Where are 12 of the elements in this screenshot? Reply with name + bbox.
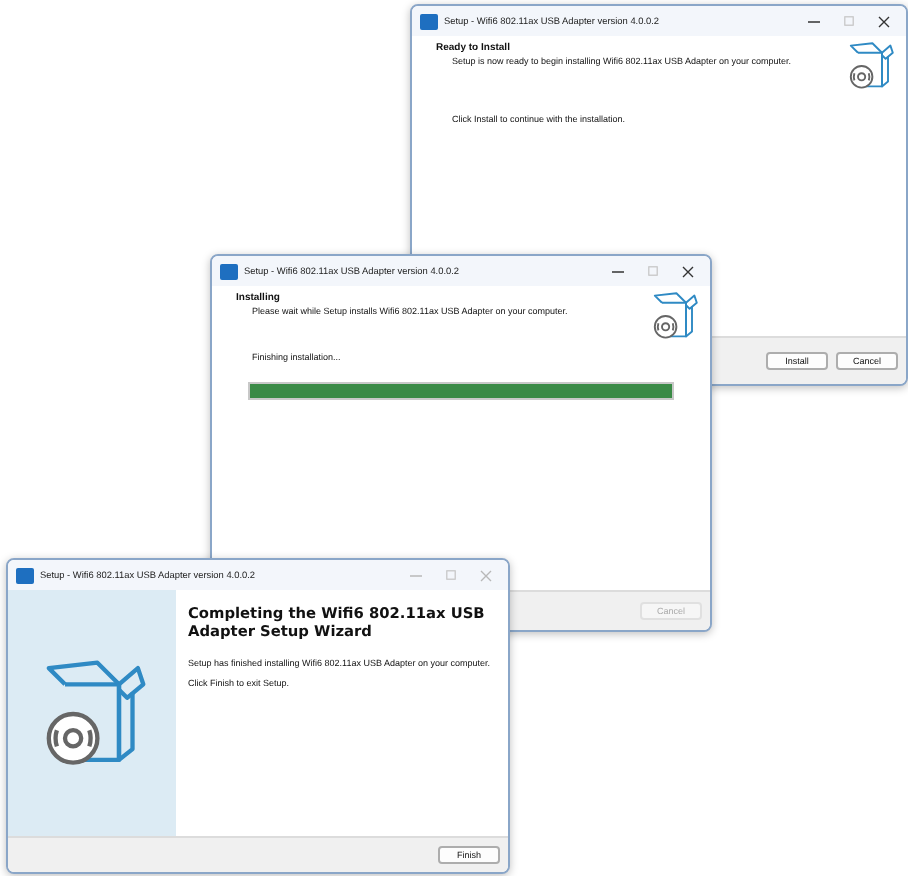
app-icon: [16, 567, 34, 583]
maximize-icon[interactable]: [446, 570, 456, 580]
close-icon[interactable]: [878, 15, 890, 27]
close-icon[interactable]: [682, 265, 694, 277]
minimize-icon[interactable]: [612, 269, 624, 273]
box-disc-icon: [650, 292, 698, 340]
maximize-icon[interactable]: [648, 266, 658, 276]
app-icon: [420, 13, 438, 29]
maximize-icon[interactable]: [844, 16, 854, 26]
app-icon: [220, 263, 238, 279]
minimize-icon[interactable]: [808, 19, 820, 23]
box-disc-icon: [846, 42, 894, 90]
